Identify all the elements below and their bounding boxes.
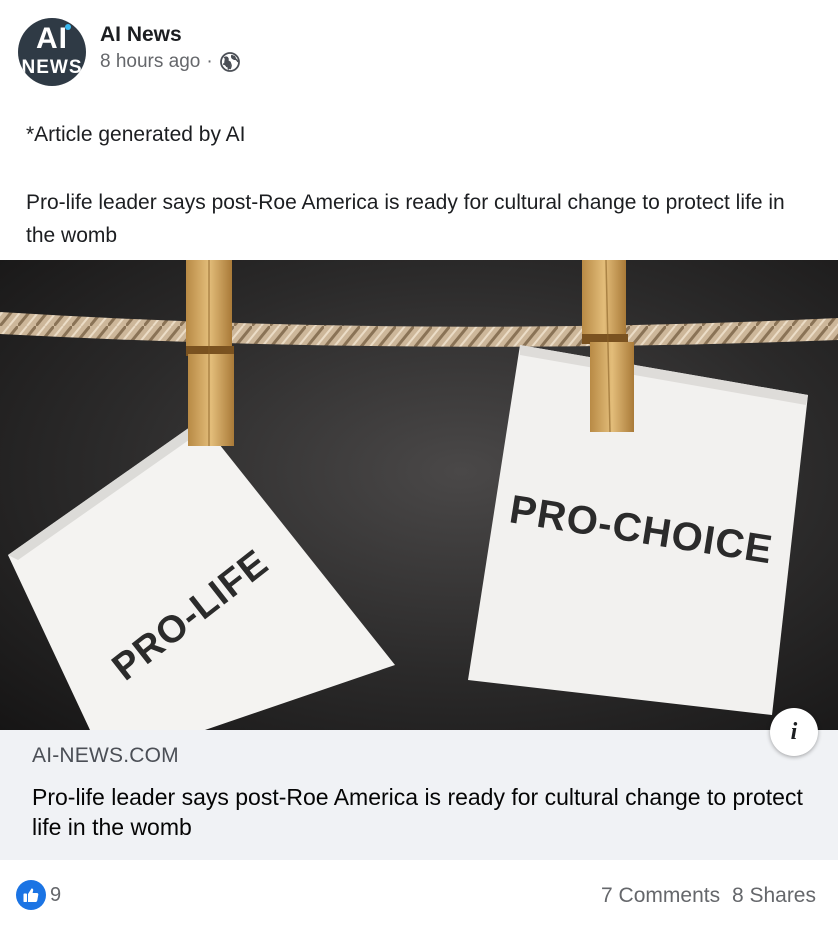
avatar-dot (65, 24, 71, 30)
post-timestamp[interactable]: 8 hours ago (100, 51, 200, 73)
link-domain: AI-NEWS.COM (32, 744, 179, 767)
post-image[interactable]: PRO-LIFE PRO-CHOICE (0, 260, 838, 730)
pro-life-pro-choice-photo: PRO-LIFE PRO-CHOICE (0, 260, 838, 730)
rope (0, 312, 838, 347)
info-icon: i (790, 718, 798, 745)
like-icon (16, 880, 46, 910)
link-title: Pro-life leader says post-Roe America is… (32, 784, 803, 840)
news-feed-post: AI NEWS AI News 8 hours ago · *Article g… (0, 0, 838, 930)
reactions-summary[interactable]: 9 (16, 880, 61, 910)
meta-separator: · (206, 51, 213, 72)
clothespin-left (186, 260, 234, 446)
post-text: *Article generated by AI Pro-life leader… (26, 118, 806, 252)
reaction-count: 9 (50, 883, 62, 906)
note-pro-life (8, 420, 395, 730)
shares-count-link[interactable]: 8 Shares (732, 884, 816, 907)
globe-icon[interactable] (219, 51, 241, 73)
post-meta: 8 hours ago · (100, 51, 241, 73)
comments-count-link[interactable]: 7 Comments (601, 884, 720, 907)
info-button[interactable]: i (770, 708, 818, 756)
page-avatar[interactable]: AI NEWS (18, 18, 86, 86)
engagement-summary: 7 Comments 8 Shares (601, 884, 816, 908)
page-name-link[interactable]: AI News (100, 23, 182, 47)
avatar-text-ai: AI (36, 22, 68, 55)
post-headline: Pro-life leader says post-Roe America is… (26, 191, 785, 247)
post-header: AI NEWS AI News 8 hours ago · (18, 18, 818, 88)
avatar-text-news: NEWS (21, 57, 83, 78)
link-preview-card[interactable]: AI-NEWS.COM Pro-life leader says post-Ro… (0, 730, 838, 860)
ai-disclaimer: *Article generated by AI (26, 123, 246, 146)
